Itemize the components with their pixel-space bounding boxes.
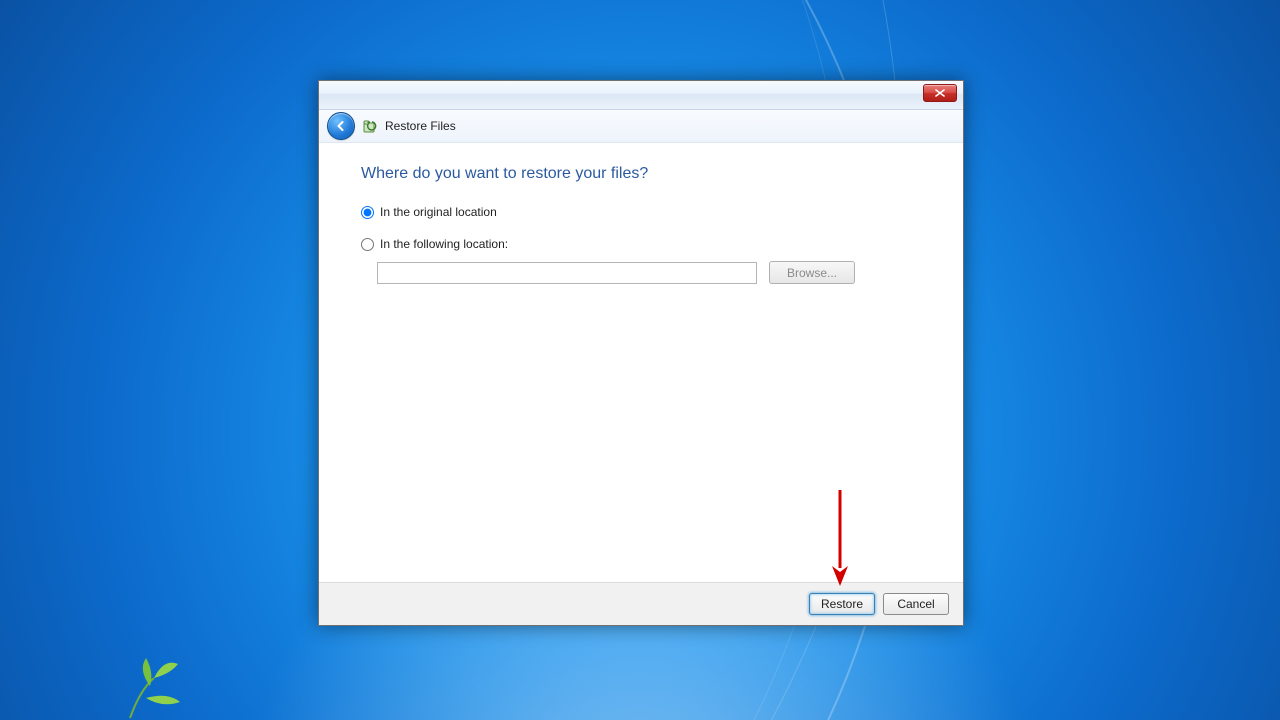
restore-button[interactable]: Restore: [809, 593, 875, 615]
location-path-input[interactable]: [377, 262, 757, 284]
desktop-background: Restore Files Where do you want to resto…: [0, 0, 1280, 720]
window-title: Restore Files: [385, 119, 456, 133]
close-icon: [935, 89, 945, 97]
radio-following[interactable]: [361, 238, 374, 251]
back-arrow-icon: [334, 119, 348, 133]
cancel-button[interactable]: Cancel: [883, 593, 949, 615]
close-button[interactable]: [923, 84, 957, 102]
navbar: Restore Files: [319, 110, 963, 143]
page-heading: Where do you want to restore your files?: [361, 165, 921, 183]
decorative-leaf: [120, 650, 240, 720]
location-input-row: Browse...: [377, 261, 921, 284]
browse-button[interactable]: Browse...: [769, 261, 855, 284]
option-following-location[interactable]: In the following location:: [361, 237, 921, 251]
restore-files-dialog: Restore Files Where do you want to resto…: [318, 80, 964, 626]
dialog-footer: Restore Cancel: [319, 582, 963, 625]
titlebar[interactable]: [319, 81, 963, 110]
option-following-label: In the following location:: [380, 237, 508, 251]
restore-files-icon: [363, 118, 379, 134]
navbar-title-group: Restore Files: [363, 118, 456, 134]
back-button[interactable]: [327, 112, 355, 140]
option-original-label: In the original location: [380, 205, 497, 219]
radio-original[interactable]: [361, 206, 374, 219]
option-original-location[interactable]: In the original location: [361, 205, 921, 219]
content-area: Where do you want to restore your files?…: [319, 143, 963, 582]
